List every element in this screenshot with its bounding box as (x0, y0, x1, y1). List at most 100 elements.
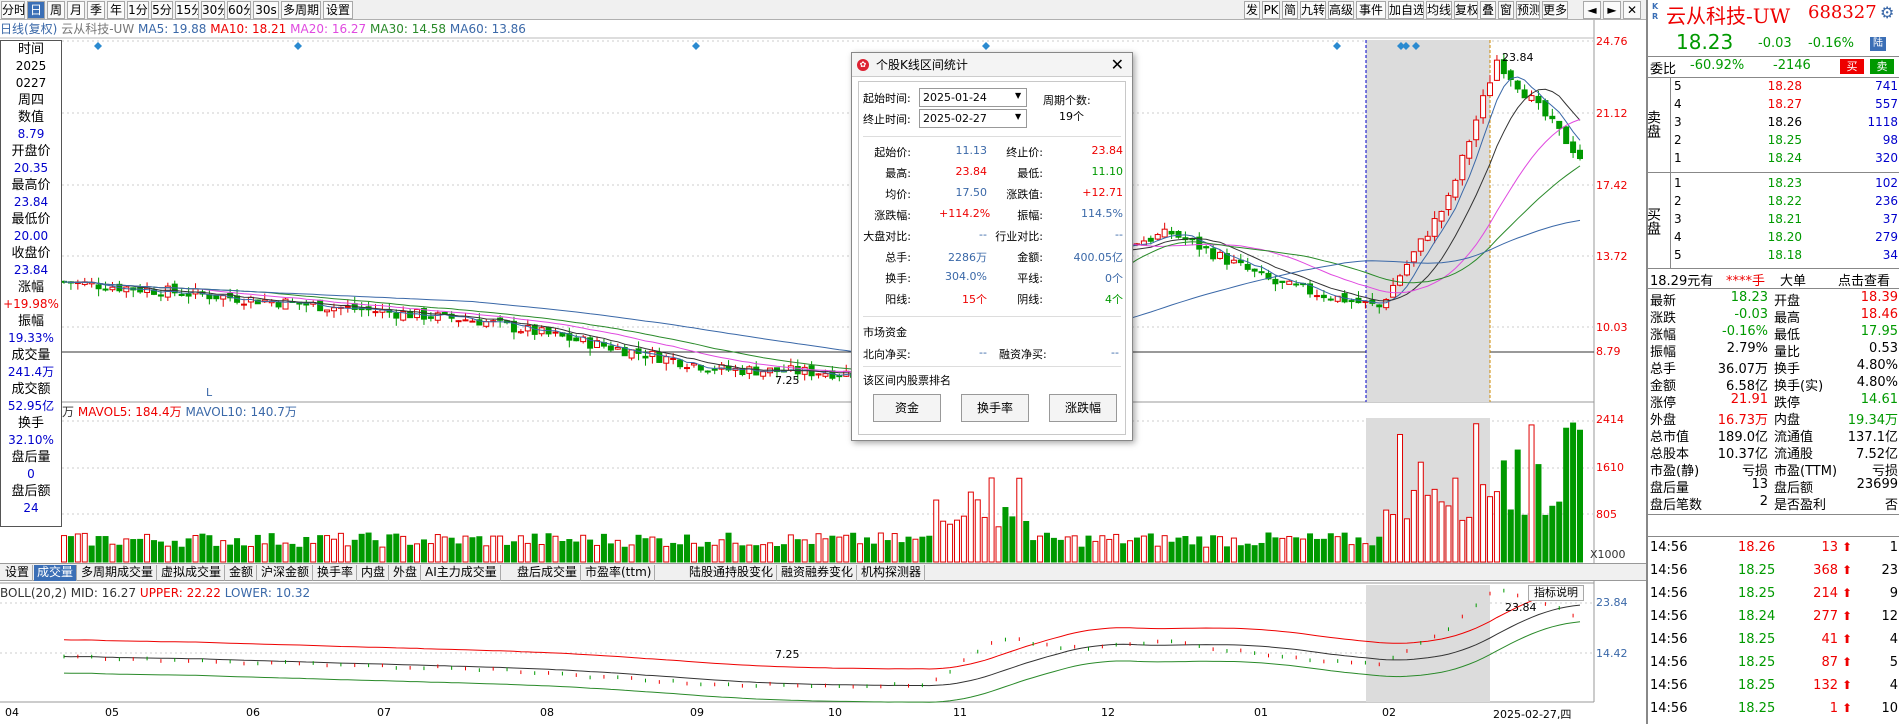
volume-bar (1417, 461, 1424, 563)
tool-button-2[interactable]: 简 (1282, 1, 1298, 19)
tool-button-8[interactable]: 复权 (1454, 1, 1478, 19)
tool-button-7[interactable]: 均线 (1426, 1, 1452, 19)
sidebar-key: 盘后量 (11, 450, 51, 465)
period-button-0[interactable]: 分时 (1, 1, 25, 19)
tool-button-12[interactable]: 更多 (1542, 1, 1568, 19)
indicator-tab-7[interactable]: 内盘 (358, 565, 390, 581)
sell-button[interactable]: 卖 (1870, 59, 1894, 74)
indicator-tab-14[interactable]: 机构探测器 (858, 565, 926, 581)
close-chart-icon[interactable]: ✕ (1623, 1, 1641, 19)
indicator-tab-6[interactable]: 换手率 (314, 565, 358, 581)
volume-bar (933, 499, 940, 563)
book-level: 4 (1674, 97, 1682, 111)
turnover-rank-button[interactable]: 换手率 (961, 394, 1029, 422)
tick-volume: 13 (1821, 540, 1838, 555)
volume-bar (1133, 537, 1140, 563)
tool-button-4[interactable]: 高级 (1328, 1, 1354, 19)
tick-count: 12 (1881, 609, 1898, 624)
fund-rank-button[interactable]: 资金 (873, 394, 941, 422)
candle-body (760, 371, 767, 377)
candle-body (1341, 293, 1348, 303)
volume-bar (455, 543, 462, 563)
indicator-help-button[interactable]: 指标说明 (1528, 585, 1584, 601)
candle-body (372, 311, 379, 314)
period-button-2[interactable]: 周 (47, 1, 65, 19)
candle-body (1251, 268, 1258, 272)
price-tick: 13.72 (1596, 250, 1628, 263)
indicator-tab-4[interactable]: 金额 (226, 565, 258, 581)
candle-body (116, 283, 123, 292)
period-button-4[interactable]: 季 (87, 1, 105, 19)
volume-bar (275, 544, 282, 563)
buy-button[interactable]: 买 (1840, 59, 1864, 74)
indicator-tab-12[interactable]: 陆股通持股变化 (686, 565, 778, 581)
volume-bar (1424, 494, 1431, 563)
indicator-tab-9[interactable]: AI主力成交量 (422, 565, 501, 581)
volume-bar (794, 539, 801, 563)
close-icon[interactable]: ✕ (1111, 53, 1124, 77)
stock-code: 688327 (1808, 2, 1877, 23)
candle-body (261, 299, 268, 303)
candle-body (296, 301, 303, 305)
candle-body (684, 367, 691, 370)
tool-button-9[interactable]: 叠 (1480, 1, 1496, 19)
tick-volume: 132 (1813, 678, 1838, 693)
tool-button-10[interactable]: 窗 (1498, 1, 1514, 19)
volume-bar (400, 535, 407, 563)
settings-icon[interactable]: ⚙ (1880, 3, 1894, 22)
period-button-7[interactable]: 5分 (151, 1, 173, 19)
tool-button-0[interactable]: 发 (1244, 1, 1260, 19)
candlestick-chart[interactable] (0, 0, 1646, 724)
indicator-tab-11[interactable]: 市盈率(ttm) (582, 565, 656, 581)
volume-bar (822, 538, 829, 563)
tool-button-5[interactable]: 事件 (1356, 1, 1386, 19)
volume-bar (1549, 505, 1556, 563)
candle-body (1431, 218, 1438, 237)
indicator-tab-10[interactable]: 盘后成交量 (514, 565, 582, 581)
stat-key: 起始价: (874, 146, 911, 159)
indicator-tab-0[interactable]: 设置 (2, 565, 34, 581)
end-date-select[interactable]: 2025-02-27 (919, 109, 1027, 128)
price-high-label: 23.84 (1502, 51, 1534, 64)
sidebar-key: 成交量 (11, 348, 51, 363)
indicator-tab-3[interactable]: 虚拟成交量 (158, 565, 226, 581)
candle-body (794, 365, 801, 375)
prev-icon[interactable]: ◄ (1583, 1, 1601, 19)
period-button-12[interactable]: 多周期 (281, 1, 321, 19)
indicator-tab-1[interactable]: 成交量 (34, 565, 78, 581)
period-button-11[interactable]: 30s (253, 1, 279, 19)
indicator-tab-5[interactable]: 沪深金额 (258, 565, 314, 581)
period-button-8[interactable]: 15分 (175, 1, 199, 19)
indicator-tab-13[interactable]: 融资融券变化 (778, 565, 858, 581)
next-icon[interactable]: ► (1603, 1, 1621, 19)
volume-bar (1182, 536, 1189, 563)
stat-key: 阴线: (1017, 293, 1043, 306)
volume-bar (580, 534, 587, 563)
candle-body (1438, 210, 1445, 222)
book-level: 5 (1674, 79, 1682, 93)
candle-body (1230, 259, 1237, 264)
period-button-9[interactable]: 30分 (201, 1, 225, 19)
banner-view-link[interactable]: 点击查看 (1838, 270, 1890, 289)
candle-body (74, 281, 81, 285)
volume-bar (960, 515, 967, 563)
period-button-3[interactable]: 月 (67, 1, 85, 19)
period-button-10[interactable]: 60分 (227, 1, 251, 19)
tool-button-11[interactable]: 预测 (1516, 1, 1540, 19)
indicator-tabs: 设置 成交量 多周期成交量 虚拟成交量 金额 沪深金额 换手率 内盘 外盘 AI主力成交量 盘后成交… (0, 563, 1646, 581)
period-button-1[interactable]: 日 (27, 1, 45, 19)
tool-button-3[interactable]: 九转 (1300, 1, 1326, 19)
volume-tick: 2414 (1596, 413, 1624, 426)
tool-button-1[interactable]: PK (1262, 1, 1280, 19)
period-button-6[interactable]: 1分 (127, 1, 149, 19)
candle-body (275, 301, 282, 308)
change-rank-button[interactable]: 涨跌幅 (1049, 394, 1117, 422)
crosshair-data-panel: 时间 2025 0227 周四 数值 8.79 开盘价 20.35 最高价 23.84 最低价 20.… (0, 40, 62, 527)
indicator-tab-8[interactable]: 外盘 (390, 565, 422, 581)
indicator-tab-2[interactable]: 多周期成交量 (78, 565, 158, 581)
start-date-select[interactable]: 2025-01-24 (919, 88, 1027, 107)
period-button-13[interactable]: 设置 (323, 1, 353, 19)
ma60-label: MA60: 13.86 (449, 22, 526, 36)
period-button-5[interactable]: 年 (107, 1, 125, 19)
tool-button-6[interactable]: 加自选 (1388, 1, 1424, 19)
